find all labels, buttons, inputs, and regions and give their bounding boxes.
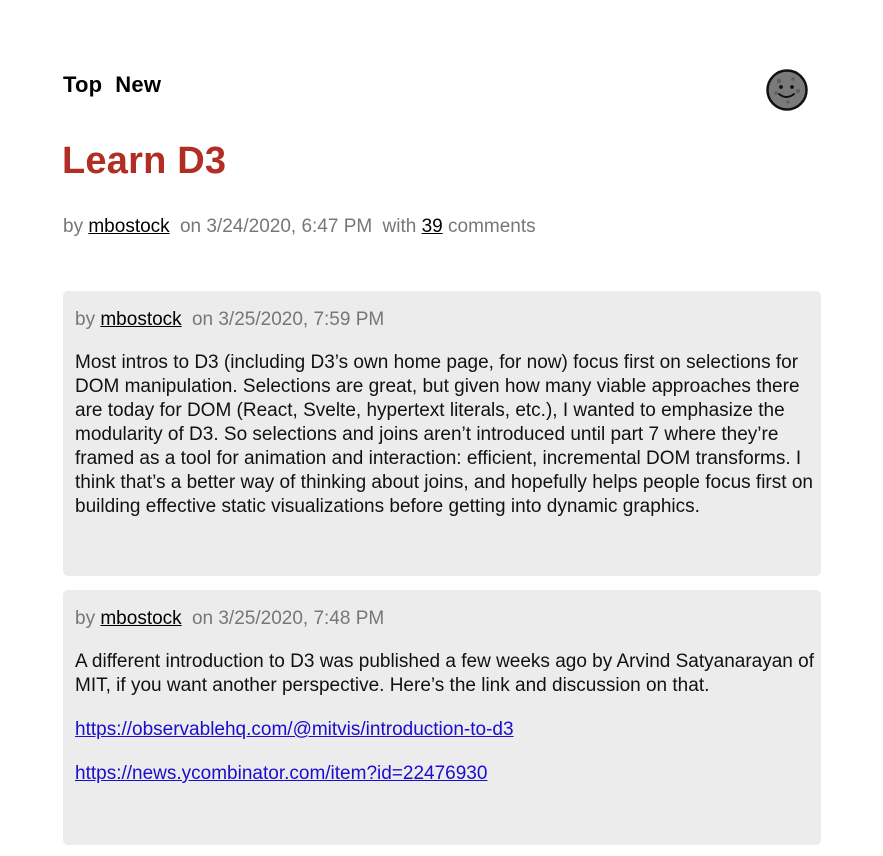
comment-by-label: by bbox=[75, 309, 96, 330]
story-comments-label: comments bbox=[448, 216, 536, 237]
story-by-label: by bbox=[63, 216, 84, 237]
nav-top-link[interactable]: Top bbox=[63, 72, 102, 98]
hacker-news-link[interactable]: https://news.ycombinator.com/item?id=224… bbox=[75, 763, 487, 784]
comment-author-link[interactable]: mbostock bbox=[100, 608, 181, 629]
story-author-link[interactable]: mbostock bbox=[88, 216, 169, 237]
comment-date: on 3/25/2020, 7:48 PM bbox=[191, 608, 385, 629]
nav-new-link[interactable]: New bbox=[115, 72, 161, 98]
comment-paragraph: Most intros to D3 (including D3’s own ho… bbox=[75, 352, 813, 517]
observable-link[interactable]: https://observablehq.com/@mitvis/introdu… bbox=[75, 719, 514, 740]
story-meta: by mbostock on 3/24/2020, 6:47 PM with 3… bbox=[63, 216, 536, 238]
comment-by-label: by bbox=[75, 608, 96, 629]
top-nav: Top New bbox=[63, 72, 161, 98]
comment-body: Most intros to D3 (including D3’s own ho… bbox=[75, 351, 815, 539]
story-title: Learn D3 bbox=[62, 140, 227, 182]
story-comment-count-link[interactable]: 39 bbox=[422, 216, 443, 237]
story-date: on 3/24/2020, 6:47 PM bbox=[179, 216, 373, 237]
comment-date: on 3/25/2020, 7:59 PM bbox=[191, 309, 385, 330]
avatar[interactable] bbox=[766, 69, 808, 111]
comment-card: by mbostock on 3/25/2020, 7:48 PM A diff… bbox=[63, 590, 821, 845]
comment-body: A different introduction to D3 was publi… bbox=[75, 650, 815, 806]
comment-card: by mbostock on 3/25/2020, 7:59 PM Most i… bbox=[63, 291, 821, 576]
comment-paragraph: A different introduction to D3 was publi… bbox=[75, 651, 814, 696]
comment-author-link[interactable]: mbostock bbox=[100, 309, 181, 330]
comment-meta: by mbostock on 3/25/2020, 7:59 PM bbox=[75, 309, 384, 331]
smiley-face-icon bbox=[766, 69, 808, 111]
comment-meta: by mbostock on 3/25/2020, 7:48 PM bbox=[75, 608, 384, 630]
page: Top New Learn D3 by mbostock on 3/24/202… bbox=[0, 0, 883, 856]
story-with-label: with bbox=[382, 216, 417, 237]
